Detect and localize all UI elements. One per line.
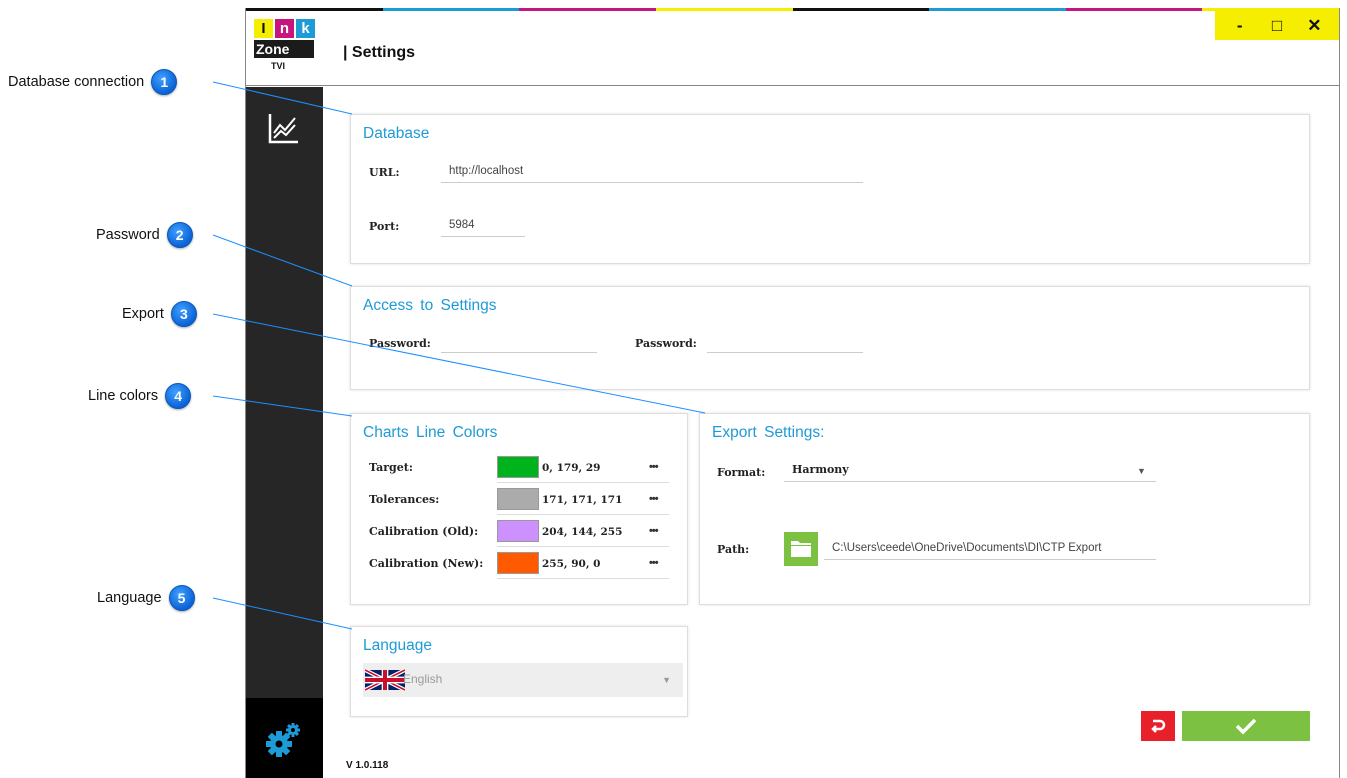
database-title: Database	[363, 125, 430, 142]
password-input[interactable]	[441, 331, 597, 353]
sidebar	[246, 87, 323, 778]
callout-label: Line colors	[88, 388, 159, 404]
format-select[interactable]: Harmony	[784, 460, 1156, 482]
revert-button[interactable]	[1141, 711, 1175, 741]
screenshot-page: Database connection 1 Password 2 Export …	[0, 0, 1347, 778]
calibration-old-color-rgb: 204, 144, 255	[542, 526, 623, 538]
tolerances-color-swatch[interactable]	[497, 488, 539, 510]
format-selected-value: Harmony	[792, 463, 849, 476]
settings-nav-button[interactable]	[246, 698, 323, 778]
target-color-label: Target:	[369, 461, 413, 474]
language-panel: Language English ▼	[350, 626, 688, 717]
callout-label: Database connection	[8, 74, 145, 90]
calibration-old-color-more-button[interactable]: •••	[649, 525, 659, 537]
language-select[interactable]: English ▼	[363, 663, 683, 697]
gears-icon	[266, 723, 300, 757]
folder-icon	[791, 541, 811, 557]
callout-number-badge: 4	[165, 383, 192, 409]
callout-number-badge: 3	[170, 301, 197, 327]
callout-line-colors: Line colors 4	[88, 383, 192, 409]
row-divider	[497, 482, 669, 483]
callout-number-badge: 5	[168, 585, 195, 611]
charts-line-colors-panel: Charts Line Colors Target: 0, 179, 29 ••…	[350, 413, 688, 605]
chevron-down-icon: ▼	[662, 675, 671, 685]
calibration-old-color-swatch[interactable]	[497, 520, 539, 542]
calibration-old-color-label: Calibration (Old):	[369, 525, 479, 538]
calibration-new-color-label: Calibration (New):	[369, 557, 484, 570]
language-selected-value: English	[403, 672, 443, 686]
callout-language: Language 5	[97, 585, 195, 611]
export-settings-title: Export Settings:	[712, 424, 825, 441]
password-label: Password:	[369, 337, 431, 350]
target-color-more-button[interactable]: •••	[649, 461, 659, 473]
callout-database-connection: Database connection 1	[8, 69, 178, 95]
export-path-input[interactable]: C:\Users\ceede\OneDrive\Documents\DI\CTP…	[824, 538, 1156, 560]
target-color-swatch[interactable]	[497, 456, 539, 478]
password-confirm-input[interactable]	[707, 331, 863, 353]
checkmark-icon	[1235, 718, 1257, 735]
row-divider	[497, 514, 669, 515]
tolerances-color-label: Tolerances:	[369, 493, 440, 506]
path-label: Path:	[717, 543, 750, 556]
charts-line-colors-title: Charts Line Colors	[363, 424, 498, 441]
callout-password: Password 2	[96, 222, 193, 248]
line-chart-icon	[268, 114, 298, 144]
version-label: V 1.0.118	[346, 760, 389, 771]
page-title: | Settings	[343, 44, 416, 61]
inkzone-logo: I n k Zone TVI	[254, 19, 319, 83]
callout-label: Password	[96, 227, 160, 243]
callout-label: Export	[122, 306, 164, 322]
language-title: Language	[363, 637, 432, 654]
uk-flag-icon	[365, 668, 405, 692]
chevron-down-icon: ▼	[1137, 466, 1146, 476]
tolerances-color-more-button[interactable]: •••	[649, 493, 659, 505]
format-label: Format:	[717, 466, 766, 479]
close-button[interactable]: ✕	[1300, 16, 1328, 36]
logo-letter: k	[296, 19, 315, 38]
callout-export: Export 3	[122, 301, 197, 327]
callout-label: Language	[97, 590, 162, 606]
row-divider	[497, 546, 669, 547]
database-panel: Database URL: http://localhost Port: 598…	[350, 114, 1310, 264]
port-label: Port:	[369, 220, 400, 233]
minimize-button[interactable]: -	[1226, 16, 1254, 36]
callout-number-badge: 2	[166, 222, 193, 248]
url-label: URL:	[369, 166, 400, 179]
chart-nav-button[interactable]	[267, 111, 301, 145]
logo-zone-text: Zone	[254, 40, 314, 58]
apply-button[interactable]	[1182, 711, 1310, 741]
callout-number-badge: 1	[151, 69, 178, 95]
maximize-button[interactable]: □	[1263, 16, 1291, 36]
export-settings-panel: Export Settings: Format: Harmony ▼ Path:…	[699, 413, 1310, 605]
url-input[interactable]: http://localhost	[441, 161, 863, 183]
undo-icon	[1151, 719, 1166, 733]
target-color-rgb: 0, 179, 29	[542, 462, 601, 474]
calibration-new-color-rgb: 255, 90, 0	[542, 558, 601, 570]
logo-letters: I n k	[254, 19, 319, 38]
calibration-new-color-more-button[interactable]: •••	[649, 557, 659, 569]
access-settings-panel: Access to Settings Password: Password:	[350, 286, 1310, 390]
password-confirm-label: Password:	[635, 337, 697, 350]
window-controls: - □ ✕	[1215, 11, 1339, 40]
title-bar: I n k Zone TVI | Settings - □ ✕	[246, 11, 1339, 86]
app-window: I n k Zone TVI | Settings - □ ✕ V 1.0.11…	[245, 8, 1340, 778]
logo-letter: n	[275, 19, 294, 38]
logo-letter: I	[254, 19, 273, 38]
port-input[interactable]: 5984	[441, 215, 525, 237]
logo-tvi-text: TVI	[270, 61, 285, 71]
row-divider	[497, 578, 669, 579]
access-settings-title: Access to Settings	[363, 297, 497, 314]
calibration-new-color-swatch[interactable]	[497, 552, 539, 574]
tolerances-color-rgb: 171, 171, 171	[542, 494, 623, 506]
browse-folder-button[interactable]	[784, 532, 818, 566]
